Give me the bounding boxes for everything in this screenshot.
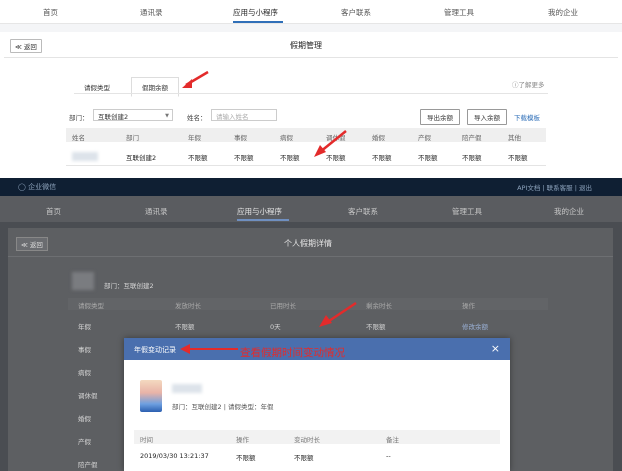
detail-back-button[interactable]: ≪ 返回 [16,237,48,251]
modal-col-change: 变动时长 [294,436,320,444]
nav2-customers[interactable]: 客户联系 [348,206,378,217]
col-dept: 部门 [126,134,139,142]
nav-my-company[interactable]: 我的企业 [548,7,578,18]
modal-cell-note: -- [386,452,391,460]
detail-col-used: 已用时长 [270,302,296,310]
brand-label: 企业微信 [28,183,57,191]
dept-select-value: 互联创建2 [98,113,129,121]
chevron-down-icon: ▼ [165,113,169,119]
name-search-input[interactable]: 请输入姓名 [211,109,277,121]
nav2-my-company[interactable]: 我的企业 [554,206,584,217]
dept-label: 部门： [69,114,89,122]
nav2-apps[interactable]: 应用与小程序 [237,206,282,217]
tab-leave-types[interactable]: 请假类型 [84,82,110,92]
detail-col-type: 请假类型 [78,302,104,310]
annotation-text: 查看假期时间变动情况 [240,347,345,359]
nav-contacts[interactable]: 通讯录 [140,7,163,18]
cell-personal: 不限额 [234,154,254,162]
nav2-contacts[interactable]: 通讯录 [145,206,168,217]
back-button[interactable]: ≪ 返回 [10,39,42,53]
modal-info: 部门：互联创建2 | 请假类型：年假 [172,403,274,411]
download-template-link[interactable]: 下载模板 [514,112,540,122]
col-personal: 事假 [234,134,247,142]
modal-cell-time: 2019/03/30 13:21:37 [140,452,209,460]
detail-col-action: 操作 [462,302,475,310]
close-icon[interactable]: × [491,342,500,355]
detail-row-remaining: 不限额 [366,323,386,331]
col-maternity: 产假 [418,134,431,142]
nav2-management-tools[interactable]: 管理工具 [452,206,482,217]
col-name: 姓名 [72,134,85,142]
modal-title: 年假变动记录 [134,346,176,354]
modify-balance-link[interactable]: 修改余额 [462,321,488,331]
detail-row-granted: 不限额 [175,323,195,331]
detail-dept: 部门：互联创建2 [104,282,154,290]
cell-paternity: 不限额 [462,154,482,162]
detail-row-type: 病假 [78,369,91,377]
tab-leave-balance[interactable]: 假期余额 [131,77,179,97]
detail-row-type: 年假 [78,323,91,331]
detail-row-used: 0天 [270,323,281,331]
modal-col-note: 备注 [386,436,399,444]
detail-row-type: 婚假 [78,415,91,423]
learn-more-link[interactable]: ⓘ了解更多 [512,79,545,89]
red-arrow-annotation-3 [319,301,357,327]
blurred-avatar [72,272,94,290]
cell-annual: 不限额 [188,154,208,162]
nav-customers[interactable]: 客户联系 [341,7,371,18]
detail-nav [0,196,622,222]
detail-row-type: 事假 [78,346,91,354]
col-paternity: 陪产假 [462,134,482,142]
nav-apps[interactable]: 应用与小程序 [233,7,278,18]
detail-row-type: 产假 [78,438,91,446]
top-links[interactable]: API文档 | 联系客服 | 退出 [517,182,592,192]
detail-col-granted: 发放时长 [175,302,201,310]
dept-select[interactable]: 互联创建2 ▼ [93,109,173,121]
import-balance-button[interactable]: 导入余额 [467,109,507,125]
col-sick: 病假 [280,134,293,142]
cell-other: 不限额 [508,154,528,162]
page-gap [0,24,622,32]
learn-more-label: 了解更多 [518,81,545,89]
cell-maternity: 不限额 [418,154,438,162]
modal-col-time: 时间 [140,436,153,444]
nav-home[interactable]: 首页 [43,7,58,18]
red-arrow-annotation-4 [180,344,238,354]
row-divider [66,165,546,166]
detail-table-header-bg [68,298,548,310]
modal-cell-action: 不限额 [236,454,256,462]
tab-divider [74,93,548,94]
nav-active-indicator [233,21,283,23]
wecom-brand: ◯ 企业微信 [18,182,56,192]
divider [4,57,618,58]
red-arrow-annotation-2 [314,130,347,157]
detail-divider [8,256,613,257]
cell-marriage: 不限额 [372,154,392,162]
nav2-active-indicator [237,219,289,221]
col-marriage: 婚假 [372,134,385,142]
detail-title: 个人假期详情 [284,239,332,248]
nav-management-tools[interactable]: 管理工具 [444,7,474,18]
cell-sick: 不限额 [280,154,300,162]
export-balance-button[interactable]: 导出余额 [420,109,460,125]
name-label: 姓名： [187,114,207,122]
avatar [140,380,162,412]
blurred-name [72,152,98,161]
detail-row-type: 陪产假 [78,461,98,469]
col-other: 其他 [508,134,521,142]
col-annual: 年假 [188,134,201,142]
modal-cell-change: 不限额 [294,454,314,462]
nav2-home[interactable]: 首页 [46,206,61,217]
blurred-username [172,384,202,393]
top-nav-bar: 首页 通讯录 应用与小程序 客户联系 管理工具 我的企业 [0,0,622,24]
wecom-logo-icon: ◯ [18,183,26,191]
page-title: 假期管理 [290,41,322,50]
red-arrow-annotation [182,70,209,88]
detail-col-remaining: 剩余时长 [366,302,392,310]
cell-dept: 互联创建2 [126,154,157,162]
modal-col-action: 操作 [236,436,249,444]
detail-row-type: 调休假 [78,392,98,400]
